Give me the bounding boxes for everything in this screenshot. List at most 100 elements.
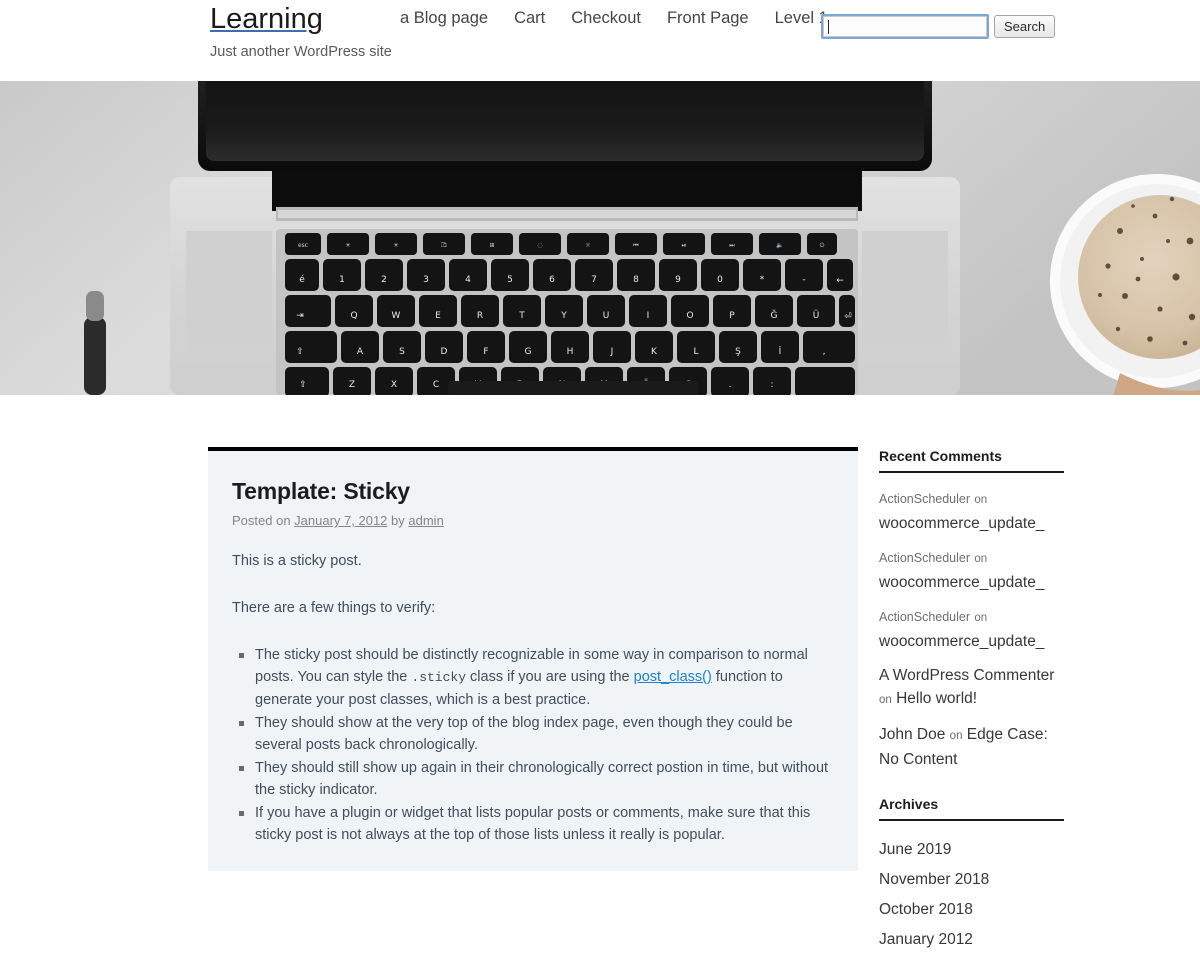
svg-text:W: W [392,311,401,321]
svg-text:-: - [802,275,805,285]
svg-text:⏯: ⏯ [682,242,687,249]
header-image: esc ☀ ☀ ⎄ ⊞ ◌ ☼ ⏮ ⏯ ⏭ 🔈 ⏻ é1 23 4 5 6 7 … [0,81,1200,395]
archive-item[interactable]: June 2019 [879,835,1064,865]
svg-text:A: A [357,347,364,357]
site-description: Just another WordPress site [210,44,392,60]
text-cursor [828,19,829,34]
list-item: If you have a plugin or widget that list… [239,802,834,846]
svg-text:⊞: ⊞ [489,242,494,249]
post-meta: Posted on January 7, 2012 by admin [232,512,834,530]
search-button[interactable]: Search [994,15,1056,38]
sticky-post: Template: Sticky Posted on January 7, 20… [208,447,858,871]
nav-item-front-page[interactable]: Front Page [654,8,762,28]
svg-text:☼: ☼ [585,242,591,249]
post-author-link[interactable]: admin [408,513,443,528]
recent-comment-item: ActionScheduler on woocommerce_update_ [879,605,1064,653]
svg-text:E: E [435,311,441,321]
svg-text:P: P [729,311,735,321]
comment-author[interactable]: John Doe [879,726,945,743]
svg-text:3: 3 [423,275,429,285]
svg-text:⏮: ⏮ [633,242,639,249]
page-wrap: Template: Sticky Posted on January 7, 20… [100,395,1100,979]
svg-text:Ş: Ş [735,347,741,357]
widget-archives: Archives June 2019 November 2018 October… [879,795,1064,955]
widget-title-recent-comments: Recent Comments [879,447,1064,473]
sidebar: Recent Comments ActionScheduler on wooco… [879,441,1064,979]
list-item-text: class if you are using the [466,669,634,685]
svg-text:🔈: 🔈 [776,242,783,249]
comment-on-word: on [879,694,892,706]
widget-recent-comments: Recent Comments ActionScheduler on wooco… [879,447,1064,771]
list-item-text: They should still show up again in their… [255,760,829,798]
svg-text:,: , [823,347,826,357]
sticky-class-code: .sticky [411,670,466,685]
svg-text:⇥: ⇥ [296,311,304,321]
post-class-link[interactable]: post_class() [634,669,712,685]
comment-author[interactable]: ActionScheduler [879,492,970,506]
svg-text:☀: ☀ [345,242,351,249]
site-header: Learning Just another WordPress site a B… [0,0,1200,81]
svg-text:7: 7 [591,275,597,285]
nav-item-a-blog-page[interactable]: a Blog page [400,8,501,28]
nav-item-checkout[interactable]: Checkout [558,8,654,28]
svg-text:D: D [441,347,448,357]
comment-author[interactable]: A WordPress Commenter [879,667,1054,684]
svg-text:R: R [477,311,483,321]
search-input-inner[interactable] [823,16,987,37]
svg-text:*: * [760,275,765,285]
meta-by: by [391,513,405,528]
comment-target[interactable]: woocommerce_update_ [879,574,1044,591]
comment-author[interactable]: ActionScheduler [879,610,970,624]
recent-comment-item: John Doe on Edge Case: No Content [879,723,1064,771]
svg-text:⎄: ⎄ [441,242,448,249]
comment-on-word: on [974,612,988,624]
comment-target[interactable]: woocommerce_update_ [879,633,1044,650]
svg-text:S: S [399,347,405,357]
comment-on-word: on [974,494,988,506]
svg-text:⏭: ⏭ [729,242,735,249]
search-input[interactable] [821,14,989,39]
svg-text:U: U [603,311,610,321]
svg-text:.: . [729,380,732,390]
svg-text:←: ← [836,276,844,286]
svg-text:⇧: ⇧ [296,347,304,357]
comment-target[interactable]: woocommerce_update_ [879,515,1044,532]
post-list: The sticky post should be distinctly rec… [232,644,834,846]
svg-text:F: F [483,347,488,357]
list-item: The sticky post should be distinctly rec… [239,644,834,711]
comment-target[interactable]: Hello world! [896,690,977,707]
list-item-text: They should show at the very top of the … [255,715,793,753]
list-item: They should still show up again in their… [239,757,834,801]
recent-comment-item: A WordPress Commenter on Hello world! [879,664,1064,712]
svg-text:Y: Y [560,311,567,321]
svg-text:Ü: Ü [813,310,820,321]
post-title[interactable]: Template: Sticky [232,477,834,505]
svg-text:☀: ☀ [393,242,399,249]
recent-comment-item: ActionScheduler on woocommerce_update_ [879,487,1064,535]
svg-text:L: L [693,347,698,357]
archive-item[interactable]: November 2018 [879,865,1064,895]
svg-text:İ: İ [779,346,782,357]
main-navigation: a Blog page Cart Checkout Front Page Lev… [400,8,841,28]
svg-text:5: 5 [507,275,513,285]
comment-author[interactable]: ActionScheduler [879,551,970,565]
svg-text:1: 1 [339,275,345,285]
nav-item-cart[interactable]: Cart [501,8,558,28]
svg-text:6: 6 [549,275,555,285]
svg-text:G: G [525,347,532,357]
post-content: This is a sticky post. There are a few t… [232,550,834,846]
post-paragraph-2: There are a few things to verify: [232,600,436,616]
svg-text:2: 2 [381,275,387,285]
site-title-link[interactable]: Learning [210,3,323,35]
list-item: They should show at the very top of the … [239,712,834,756]
svg-text:Z: Z [349,380,355,390]
archive-item[interactable]: January 2012 [879,925,1064,955]
svg-text:X: X [391,380,397,390]
svg-text:O: O [686,311,693,321]
svg-text::: : [770,380,773,390]
post-date-link[interactable]: January 7, 2012 [294,513,387,528]
svg-text:9: 9 [675,275,681,285]
svg-text:◌: ◌ [537,242,542,249]
svg-text:I: I [647,311,650,321]
laptop-coffee-photo: esc ☀ ☀ ⎄ ⊞ ◌ ☼ ⏮ ⏯ ⏭ 🔈 ⏻ é1 23 4 5 6 7 … [0,81,1200,395]
